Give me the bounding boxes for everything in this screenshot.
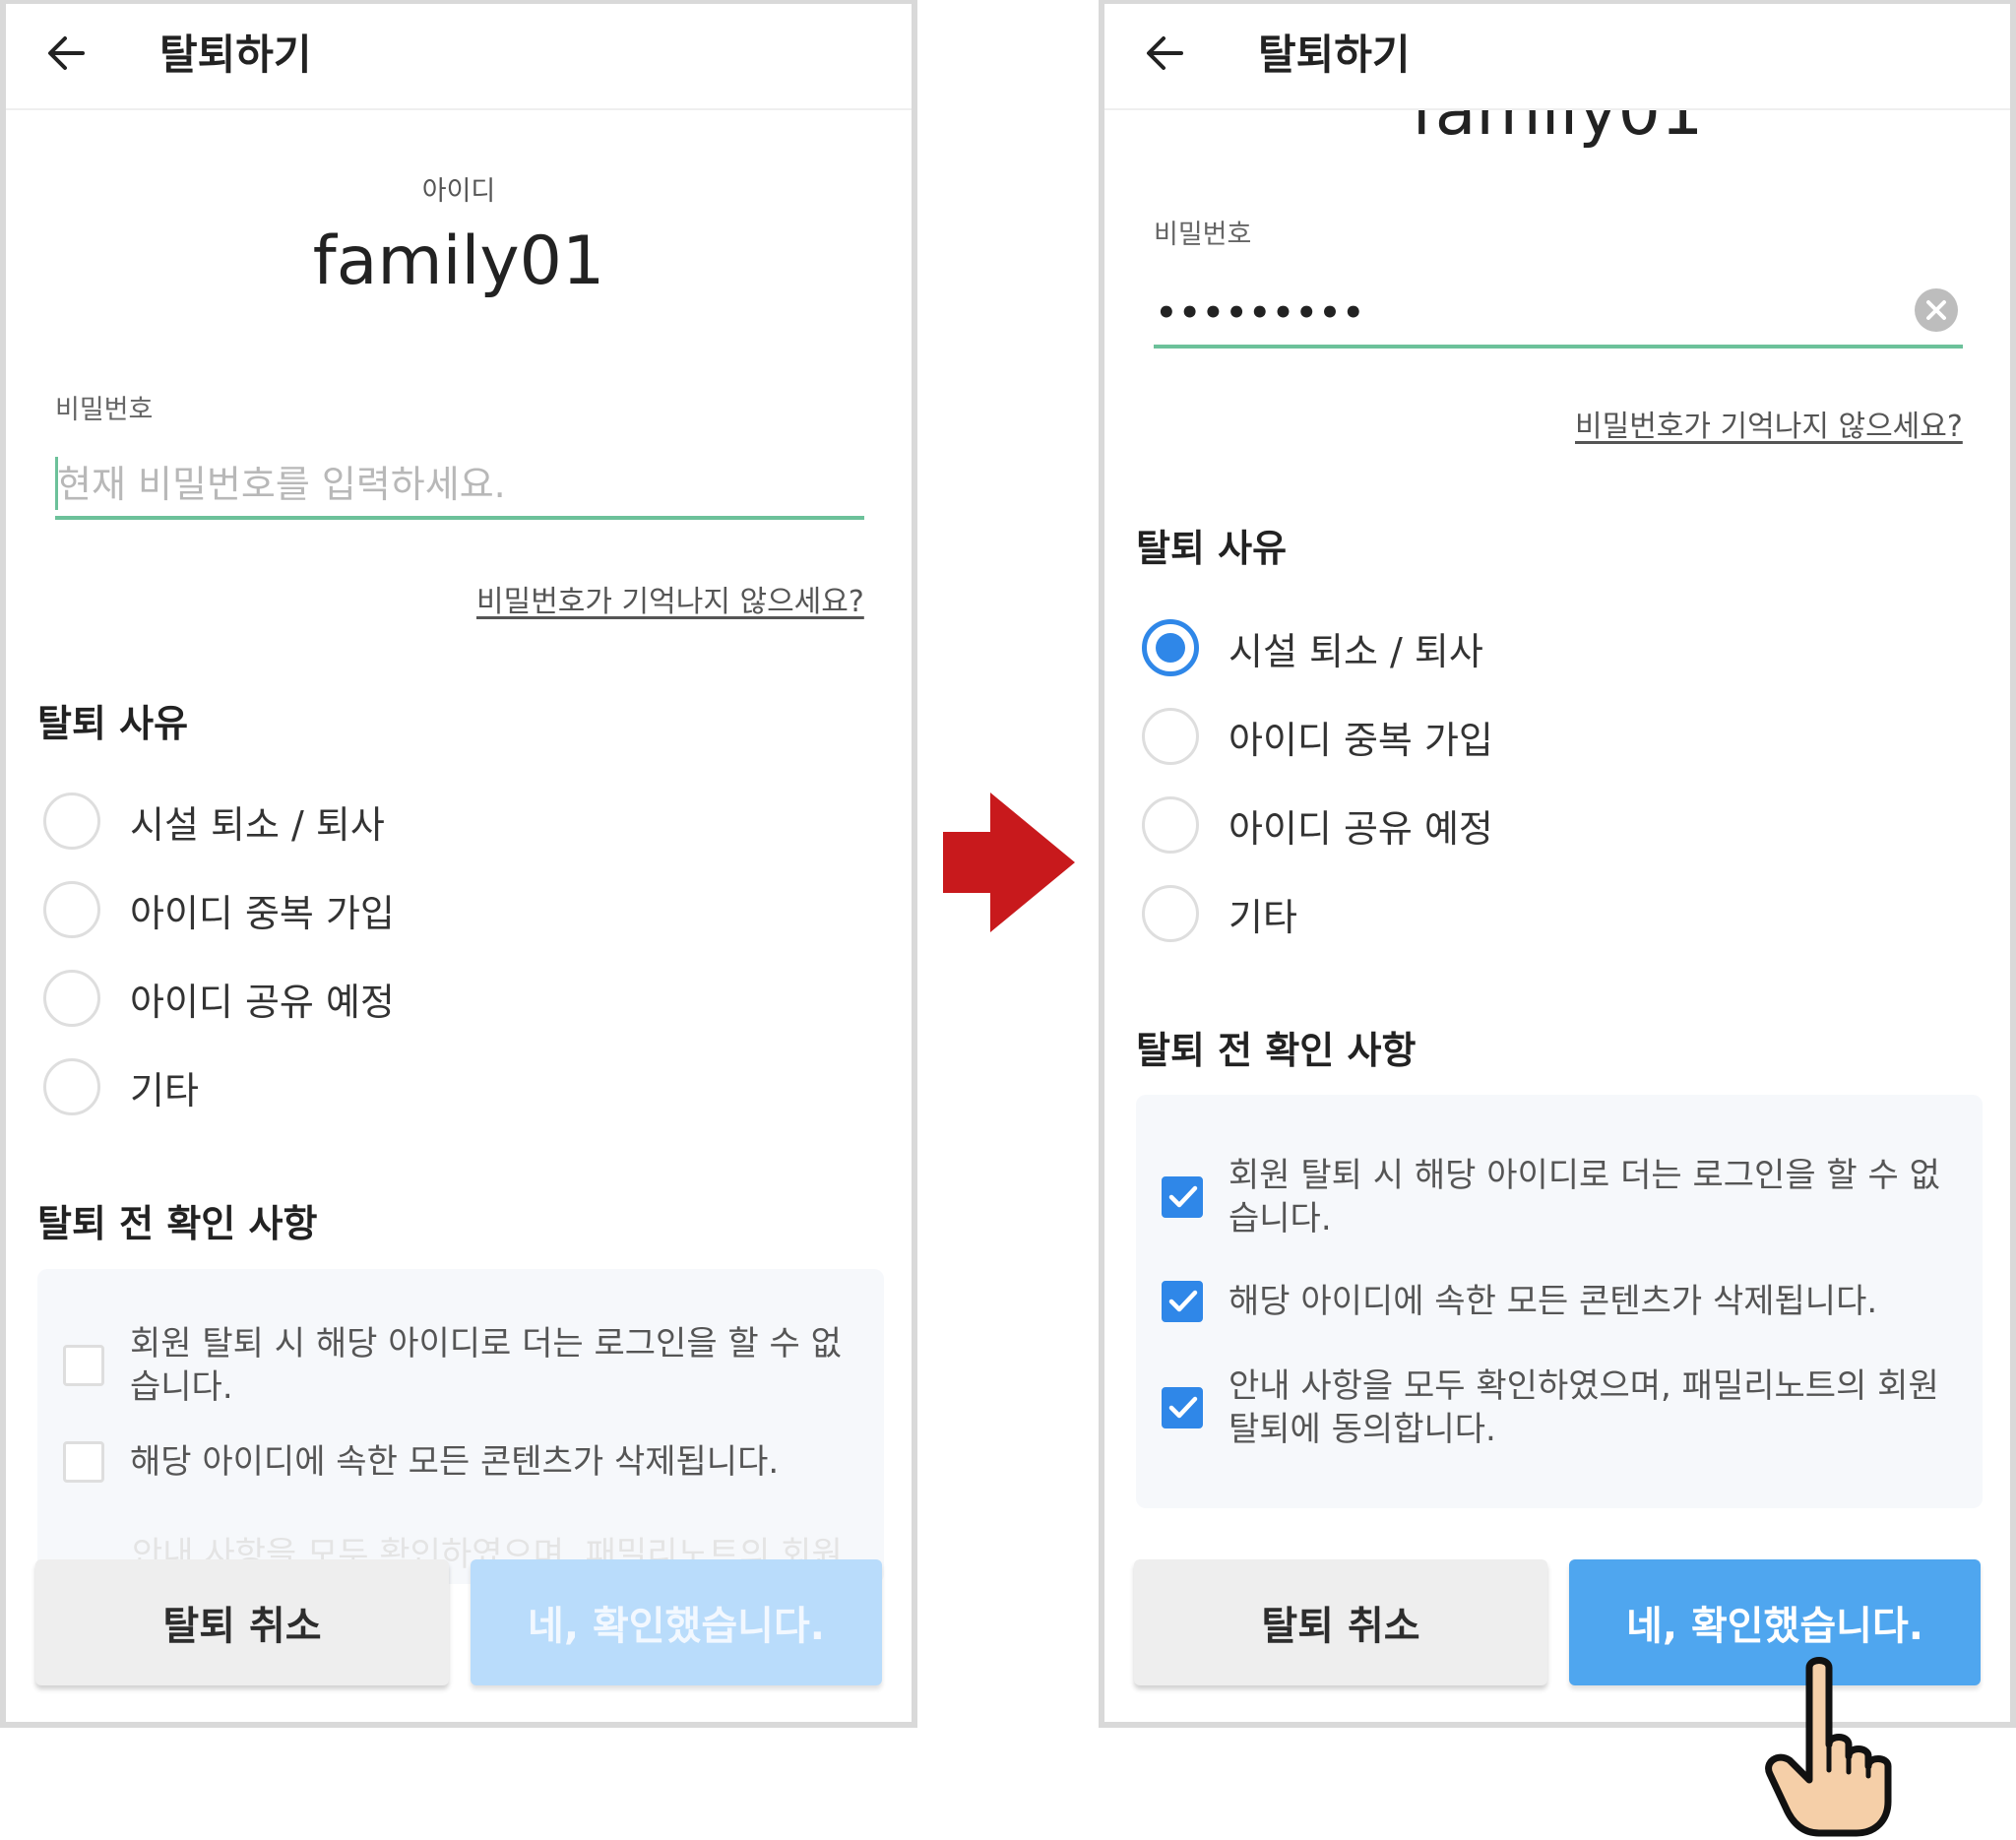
check-icon	[1168, 1185, 1198, 1208]
radio-button[interactable]	[1142, 885, 1199, 942]
radio-button[interactable]	[43, 793, 100, 850]
id-label: 아이디	[421, 176, 496, 207]
back-arrow-icon[interactable]	[39, 26, 94, 81]
radio-button[interactable]	[43, 970, 100, 1027]
reason-option-shared[interactable]: 아이디 공유 예정	[43, 969, 395, 1028]
reason-option-label: 기타	[1228, 895, 1297, 939]
back-arrow-icon[interactable]	[1138, 26, 1193, 81]
reason-option-other[interactable]: 기타	[1142, 884, 1297, 943]
notice-box: 회원 탈퇴 시 해당 아이디로 더는 로그인을 할 수 없습니다. 해당 아이디…	[37, 1269, 884, 1584]
notice-checkbox[interactable]	[63, 1345, 104, 1386]
notice-section-title: 탈퇴 전 확인 사항	[1136, 1029, 1417, 1072]
reason-option-other[interactable]: 기타	[43, 1057, 199, 1116]
notice-checkbox-checked[interactable]	[1162, 1176, 1203, 1218]
notice-item-text: 회원 탈퇴 시 해당 아이디로 더는 로그인을 할 수 없습니다.	[130, 1324, 842, 1407]
page-title: 탈퇴하기	[1258, 31, 1411, 79]
notice-item-text: 회원 탈퇴 시 해당 아이디로 더는 로그인을 할 수 없습니다.	[1228, 1156, 1940, 1238]
cancel-withdrawal-button[interactable]: 탈퇴 취소	[1134, 1559, 1547, 1685]
app-bar: 탈퇴하기	[6, 4, 912, 110]
radio-button[interactable]	[43, 881, 100, 938]
reason-option-duplicate[interactable]: 아이디 중복 가입	[1142, 707, 1493, 766]
check-icon	[1168, 1290, 1198, 1312]
radio-button[interactable]	[1142, 708, 1199, 765]
check-icon	[1168, 1396, 1198, 1419]
screen-after: family01 탈퇴하기 비밀번호 비밀번호가 기억나지 않으세요? 탈퇴 사…	[1099, 0, 2016, 1728]
reason-option-label: 아이디 공유 예정	[1228, 806, 1493, 851]
password-label: 비밀번호	[55, 395, 154, 425]
cancel-withdrawal-button[interactable]: 탈퇴 취소	[35, 1559, 449, 1685]
reason-option-label: 기타	[130, 1068, 199, 1112]
password-input[interactable]	[55, 453, 864, 520]
password-label: 비밀번호	[1154, 220, 1252, 250]
reason-option-label: 시설 퇴소 / 퇴사	[1228, 629, 1483, 673]
forgot-password-link[interactable]: 비밀번호가 기억나지 않으세요?	[1575, 402, 1963, 445]
notice-checkbox-checked[interactable]	[1162, 1387, 1203, 1428]
notice-item-agree[interactable]: 안내 사항을 모두 확인하였으며, 패밀리노트의 회원 탈퇴에 동의합니다.	[1162, 1364, 1969, 1451]
reason-option-duplicate[interactable]: 아이디 중복 가입	[43, 880, 395, 939]
forgot-password-link[interactable]: 비밀번호가 기억나지 않으세요?	[476, 577, 864, 620]
notice-checkbox-checked[interactable]	[1162, 1281, 1203, 1322]
reason-option-label: 아이디 공유 예정	[130, 980, 395, 1024]
reason-option-shared[interactable]: 아이디 공유 예정	[1142, 795, 1493, 855]
notice-item-content[interactable]: 해당 아이디에 속한 모든 콘텐츠가 삭제됩니다.	[1162, 1280, 1949, 1323]
notice-item-login[interactable]: 회원 탈퇴 시 해당 아이디로 더는 로그인을 할 수 없습니다.	[1162, 1154, 1949, 1240]
radio-button[interactable]	[1142, 796, 1199, 854]
notice-item-text: 해당 아이디에 속한 모든 콘텐츠가 삭제됩니다.	[1228, 1282, 1878, 1321]
reason-option-label: 아이디 중복 가입	[1228, 718, 1493, 762]
reason-option-label: 아이디 중복 가입	[130, 891, 395, 935]
reason-option-label: 시설 퇴소 / 퇴사	[130, 802, 385, 847]
notice-section-title: 탈퇴 전 확인 사항	[37, 1202, 318, 1245]
right-arrow-icon	[943, 793, 1075, 932]
page-title: 탈퇴하기	[159, 31, 312, 79]
notice-item-login[interactable]: 회원 탈퇴 시 해당 아이디로 더는 로그인을 할 수 없습니다.	[63, 1322, 850, 1409]
password-input[interactable]	[1154, 282, 1963, 349]
reason-section-title: 탈퇴 사유	[1136, 527, 1288, 570]
radio-button[interactable]	[43, 1058, 100, 1115]
notice-box: 회원 탈퇴 시 해당 아이디로 더는 로그인을 할 수 없습니다. 해당 아이디…	[1136, 1095, 1983, 1508]
notice-item-content[interactable]: 해당 아이디에 속한 모든 콘텐츠가 삭제됩니다.	[63, 1440, 850, 1484]
reason-section-title: 탈퇴 사유	[37, 702, 189, 745]
reason-option-facility[interactable]: 시설 퇴소 / 퇴사	[43, 792, 385, 851]
reason-option-facility[interactable]: 시설 퇴소 / 퇴사	[1142, 618, 1483, 677]
notice-item-text: 해당 아이디에 속한 모든 콘텐츠가 삭제됩니다.	[130, 1442, 780, 1482]
notice-item-text: 안내 사항을 모두 확인하였으며, 패밀리노트의 회원 탈퇴에 동의합니다.	[1228, 1366, 1939, 1449]
confirm-button[interactable]: 네, 확인했습니다.	[471, 1559, 882, 1685]
clear-circle-icon[interactable]	[1914, 287, 1959, 333]
text-caret	[55, 457, 58, 510]
app-bar: 탈퇴하기	[1104, 4, 2010, 110]
notice-checkbox[interactable]	[63, 1441, 104, 1483]
radio-button-selected[interactable]	[1142, 619, 1199, 676]
hand-pointer-icon	[1765, 1657, 1892, 1837]
screen-before: 탈퇴하기 아이디 family01 비밀번호 비밀번호가 기억나지 않으세요? …	[0, 0, 917, 1728]
id-value: family01	[312, 222, 605, 300]
